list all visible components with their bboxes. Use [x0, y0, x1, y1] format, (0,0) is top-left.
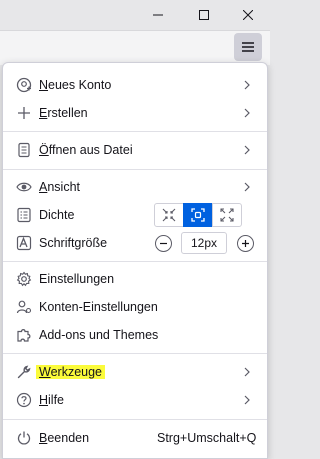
menu-item-label: Konten-Einstellungen — [39, 300, 158, 314]
help-icon — [16, 392, 32, 408]
density-compact-button[interactable] — [154, 203, 184, 227]
density-normal-button[interactable] — [183, 203, 213, 227]
account-settings-icon — [16, 299, 32, 315]
menu-item-label: Beenden — [39, 431, 90, 445]
maximize-icon — [199, 10, 209, 20]
menu-item-tools[interactable]: Werkzeuge — [3, 358, 267, 386]
density-toggle-group — [154, 203, 242, 227]
open-file-icon — [16, 142, 32, 158]
minimize-icon — [153, 14, 163, 16]
menu-item-label: Neues Konto — [39, 78, 112, 92]
close-icon — [243, 10, 253, 20]
plus-icon — [16, 105, 32, 121]
font-size-decrease-button[interactable] — [155, 235, 172, 252]
menu-item-create[interactable]: Erstellen — [3, 99, 267, 127]
normal-density-icon — [191, 208, 205, 222]
menu-separator — [3, 169, 267, 170]
minus-icon — [160, 242, 167, 245]
chevron-right-icon — [244, 145, 250, 155]
quit-shortcut: Strg+Umschalt+Q — [157, 431, 257, 445]
hamburger-icon — [242, 42, 254, 52]
menu-item-label: Schriftgröße — [39, 236, 108, 250]
puzzle-icon — [16, 327, 32, 343]
menu-separator — [3, 131, 267, 132]
eye-icon — [16, 179, 32, 195]
chevron-right-icon — [244, 80, 250, 90]
compact-density-icon — [162, 208, 176, 222]
font-size-value: 12px — [181, 232, 227, 254]
menu-item-label: Werkzeuge — [36, 358, 106, 386]
menu-item-font-size: Schriftgröße 12px — [3, 229, 267, 257]
plus-icon — [242, 240, 249, 247]
menu-item-density: Dichte — [3, 201, 267, 229]
menu-item-help[interactable]: Hilfe — [3, 386, 267, 414]
font-size-icon — [16, 235, 32, 251]
menu-item-label: Add-ons und Themes — [39, 328, 159, 342]
menu-item-account-settings[interactable]: Konten-Einstellungen — [3, 293, 267, 321]
menu-item-quit[interactable]: Beenden Strg+Umschalt+Q — [3, 424, 267, 452]
menu-item-label: Erstellen — [39, 106, 88, 120]
title-bar — [0, 0, 270, 30]
close-button[interactable] — [228, 2, 268, 28]
menu-item-addons-themes[interactable]: Add-ons und Themes — [3, 321, 267, 349]
menu-item-settings[interactable]: Einstellungen — [3, 265, 267, 293]
touch-density-icon — [220, 208, 234, 222]
menu-item-label: Dichte — [39, 208, 75, 222]
power-icon — [16, 430, 32, 446]
app-menu-panel: Neues Konto Erstellen Öffnen aus Datei A… — [2, 62, 268, 459]
menu-separator — [3, 419, 267, 420]
chevron-right-icon — [244, 395, 250, 405]
menu-item-label: Hilfe — [39, 393, 65, 407]
wrench-icon — [16, 364, 32, 380]
menu-separator — [3, 353, 267, 354]
tools-label-rest: erkzeuge — [50, 365, 103, 379]
menu-item-label: Öffnen aus Datei — [39, 143, 133, 157]
menu-separator — [3, 261, 267, 262]
density-touch-button[interactable] — [212, 203, 242, 227]
app-menu-button[interactable] — [234, 33, 262, 61]
chevron-right-icon — [244, 182, 250, 192]
minimize-button[interactable] — [138, 2, 178, 28]
gear-icon — [16, 271, 32, 287]
toolbar — [0, 30, 270, 65]
menu-item-label: Ansicht — [39, 180, 80, 194]
new-account-icon — [16, 77, 32, 93]
chevron-right-icon — [244, 108, 250, 118]
density-icon — [16, 207, 32, 223]
chevron-right-icon — [244, 367, 250, 377]
font-size-increase-button[interactable] — [237, 235, 254, 252]
menu-item-label: Einstellungen — [39, 272, 115, 286]
menu-item-new-account[interactable]: Neues Konto — [3, 71, 267, 99]
highlighted-label: Werkzeuge — [36, 365, 106, 379]
menu-item-view[interactable]: Ansicht — [3, 173, 267, 201]
menu-item-open-file[interactable]: Öffnen aus Datei — [3, 136, 267, 164]
maximize-button[interactable] — [184, 2, 224, 28]
